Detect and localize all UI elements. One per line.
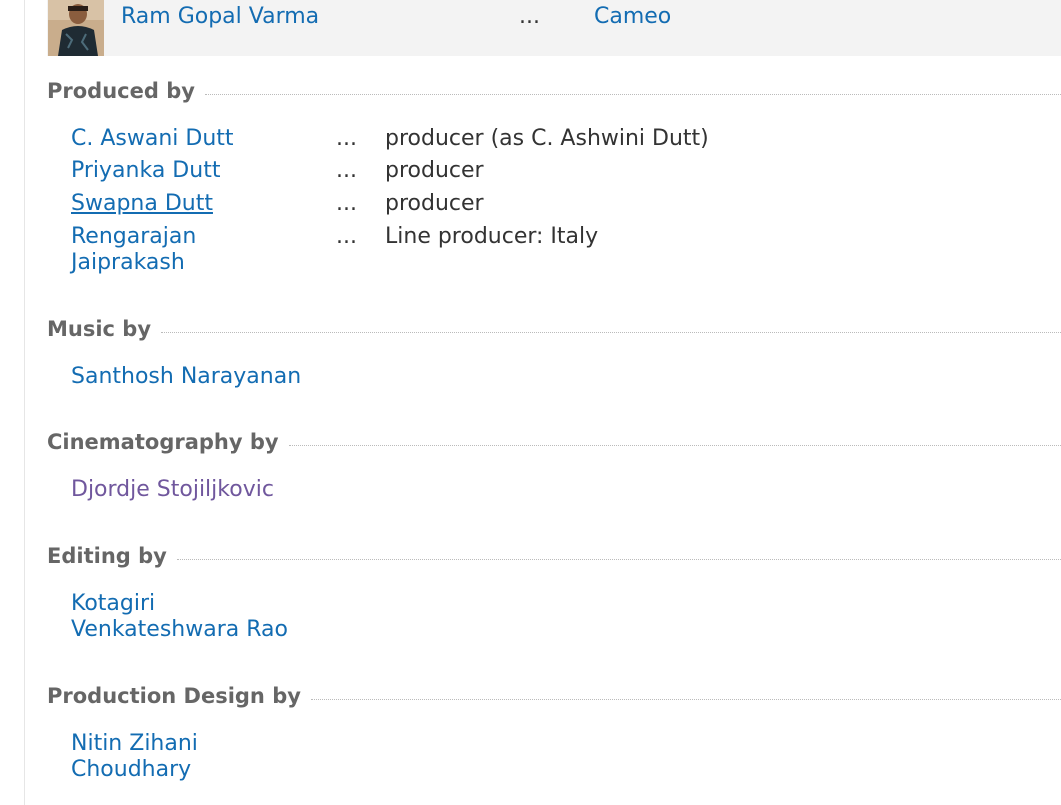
- crew-name-line: Venkateshwara Rao: [71, 617, 288, 642]
- section-title: Cinematography by: [47, 430, 279, 454]
- credit-role: producer (as C. Ashwini Dutt): [385, 126, 709, 151]
- crew-name-link[interactable]: Swapna Dutt: [71, 191, 331, 217]
- section-title: Production Design by: [47, 684, 301, 708]
- section-divider: [176, 558, 1061, 560]
- editing-by-header: Editing by: [47, 541, 1061, 571]
- crew-name-link[interactable]: Djordje Stojiljkovic: [71, 477, 471, 503]
- crew-name-link[interactable]: Santhosh Narayanan: [71, 364, 471, 390]
- crew-name-line: Kotagiri: [71, 591, 156, 616]
- section-title: Editing by: [47, 544, 167, 568]
- crew-name-link[interactable]: Priyanka Dutt: [71, 158, 331, 184]
- credit-role: producer: [385, 191, 484, 216]
- cast-row: Ram Gopal Varma ... Cameo: [47, 0, 1061, 56]
- crew-name-line: Nitin Zihani: [71, 731, 198, 756]
- crew-name-link[interactable]: C. Aswani Dutt: [71, 126, 331, 152]
- crew-name-link[interactable]: Nitin Zihani Choudhary: [71, 731, 471, 783]
- section-divider: [161, 331, 1061, 333]
- avatar[interactable]: [48, 0, 104, 56]
- section-title: Music by: [47, 317, 152, 341]
- section-divider: [204, 93, 1061, 95]
- music-by-header: Music by: [47, 314, 1061, 344]
- cinematography-by-header: Cinematography by: [47, 427, 1061, 457]
- crew-name-link[interactable]: Kotagiri Venkateshwara Rao: [71, 591, 471, 643]
- produced-by-header: Produced by: [47, 76, 1061, 106]
- crew-name-line: Choudhary: [71, 757, 192, 782]
- section-divider: [288, 444, 1061, 446]
- left-border: [24, 0, 25, 805]
- cast-dots: ...: [519, 4, 540, 29]
- person-photo-icon: [48, 0, 104, 56]
- credit-dots: ...: [336, 224, 357, 249]
- section-divider: [310, 698, 1061, 700]
- credit-dots: ...: [336, 126, 357, 151]
- credit-role: producer: [385, 158, 484, 183]
- cast-role-link[interactable]: Cameo: [594, 4, 671, 29]
- section-title: Produced by: [47, 79, 195, 103]
- crew-name-line: Rengarajan: [71, 224, 197, 249]
- credit-dots: ...: [336, 191, 357, 216]
- credit-role: Line producer: Italy: [385, 224, 599, 249]
- credit-dots: ...: [336, 158, 357, 183]
- crew-name-link[interactable]: Rengarajan Jaiprakash: [71, 224, 331, 276]
- cast-name-link[interactable]: Ram Gopal Varma: [121, 4, 319, 29]
- crew-name-line: Jaiprakash: [71, 250, 185, 275]
- production-design-by-header: Production Design by: [47, 681, 1061, 711]
